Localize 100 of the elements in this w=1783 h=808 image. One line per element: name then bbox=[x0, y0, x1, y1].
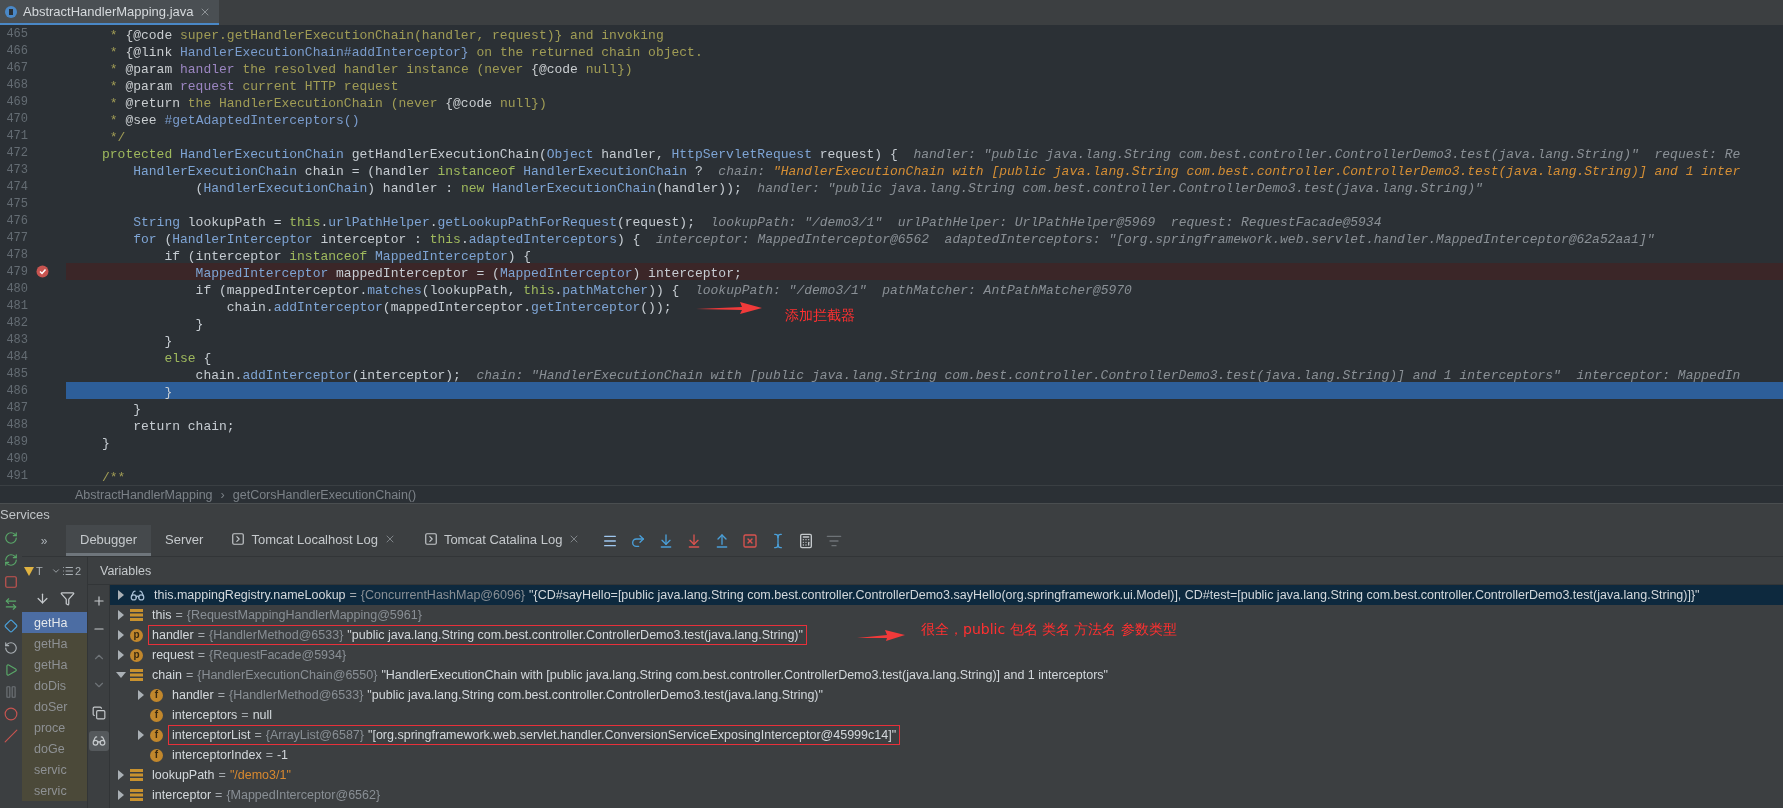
more-tabs-button[interactable]: » bbox=[22, 525, 66, 556]
variable-name: request bbox=[152, 648, 194, 662]
debugger-tab[interactable]: Tomcat Catalina Log bbox=[409, 525, 595, 556]
thread-label[interactable]: T bbox=[36, 565, 43, 577]
field-badge: p bbox=[130, 628, 143, 642]
variable-value: "HandlerExecutionChain with [public java.lang.String com.best.controller.ControllerDemo3.test(java.lang.String)] and 1 interceptors" bbox=[381, 668, 1108, 682]
expand-arrow[interactable] bbox=[116, 770, 126, 780]
equals-sign: = bbox=[197, 648, 205, 662]
object-icon bbox=[130, 669, 143, 681]
variable-type: {MappedInterceptor@6562} bbox=[226, 788, 381, 802]
annotation-text: 添加拦截器 bbox=[785, 307, 855, 325]
field-badge: f bbox=[150, 728, 163, 742]
down-arrow-icon[interactable] bbox=[34, 591, 50, 606]
code-line: */ bbox=[108, 129, 126, 146]
thread-icon bbox=[24, 566, 34, 576]
reload-icon[interactable] bbox=[4, 641, 18, 655]
expand-arrow[interactable] bbox=[136, 690, 146, 700]
line-number: 472 bbox=[5, 145, 28, 160]
line-number: 487 bbox=[5, 400, 28, 415]
field-badge: p bbox=[130, 648, 143, 662]
variable-name: this.mappingRegistry.nameLookup bbox=[154, 588, 346, 602]
variable-type: {HandlerMethod@6533} bbox=[209, 628, 344, 642]
panel-title: Services bbox=[0, 507, 50, 522]
stack-frame[interactable]: doGe bbox=[22, 738, 87, 759]
code-line: * {@code super.getHandlerExecutionChain(handler, request)} and invoking bbox=[108, 27, 664, 44]
line-number: 491 bbox=[5, 468, 28, 483]
dropdown-icon[interactable] bbox=[50, 566, 61, 576]
variable-value: "/demo3/1" bbox=[229, 768, 291, 782]
object-icon bbox=[130, 609, 143, 621]
stack-frame[interactable]: servic bbox=[22, 759, 87, 780]
breadcrumb-item[interactable]: AbstractHandlerMapping bbox=[75, 487, 213, 502]
variable-name: handler bbox=[172, 688, 214, 702]
variable-value: "public java.lang.String com.best.controller.ControllerDemo3.test(java.lang.String)" bbox=[367, 688, 823, 702]
line-number: 470 bbox=[5, 111, 28, 126]
equals-sign: = bbox=[215, 788, 223, 802]
line-number: 473 bbox=[5, 162, 28, 177]
copy-icon[interactable] bbox=[91, 706, 106, 720]
line-number: 483 bbox=[5, 332, 28, 347]
expand-arrow[interactable] bbox=[136, 730, 146, 740]
stack-frame[interactable]: doSer bbox=[22, 696, 87, 717]
play-icon[interactable] bbox=[4, 663, 18, 677]
selected-row-background[interactable] bbox=[110, 585, 1783, 605]
object-icon bbox=[130, 789, 143, 801]
breakpoints-icon[interactable] bbox=[4, 707, 18, 721]
code-line: * {@link HandlerExecutionChain#addInterceptor} on the returned chain object. bbox=[108, 44, 703, 61]
frame-count: 2 bbox=[74, 565, 81, 577]
expand-arrow[interactable] bbox=[116, 630, 126, 640]
debugger-tab[interactable]: Server bbox=[151, 525, 218, 556]
variable-type: {RequestFacade@5934} bbox=[209, 648, 347, 662]
code-line: /** bbox=[102, 469, 126, 485]
equals-sign: = bbox=[241, 708, 249, 722]
step-over-icon[interactable] bbox=[630, 532, 647, 549]
refresh-icon[interactable] bbox=[4, 553, 18, 567]
variable-type: {RequestMappingHandlerMapping@5961} bbox=[186, 608, 422, 622]
tab-label: Tomcat Catalina Log bbox=[443, 531, 563, 547]
evaluate-icon[interactable] bbox=[798, 532, 815, 549]
code-line: } bbox=[163, 384, 173, 401]
code-line: if (interceptor instanceof MappedInterceptor) { bbox=[163, 248, 532, 265]
stack-frame[interactable]: servic bbox=[22, 780, 87, 801]
line-number: 465 bbox=[5, 26, 28, 41]
list-icon[interactable] bbox=[61, 565, 74, 577]
equals-sign: = bbox=[175, 608, 183, 622]
breadcrumb-item[interactable]: getCorsHandlerExecutionChain() bbox=[232, 487, 417, 502]
line-number: 469 bbox=[5, 94, 28, 109]
equals-sign: = bbox=[218, 768, 226, 782]
drop-frame-icon[interactable] bbox=[742, 532, 759, 549]
filter-icon[interactable] bbox=[59, 591, 75, 606]
expand-arrow[interactable] bbox=[116, 650, 126, 660]
line-number: 468 bbox=[5, 77, 28, 92]
expand-arrow[interactable] bbox=[116, 790, 126, 800]
debugger-tab[interactable]: Tomcat Localhost Log bbox=[217, 525, 410, 556]
expand-arrow[interactable] bbox=[116, 590, 126, 600]
code-line: String lookupPath = this.urlPathHelper.getLookupPathForRequest(request); lookupPath: "/demo3/1" urlPathHelper: UrlPathHelper@5969 request: RequestFacade@5934 bbox=[132, 214, 1382, 231]
expand-arrow[interactable] bbox=[116, 610, 126, 620]
stack-frame[interactable]: getHa bbox=[22, 633, 87, 654]
variable-name: this bbox=[152, 608, 172, 622]
code-line: * @return the HandlerExecutionChain (never {@code null}) bbox=[108, 95, 547, 112]
debugger-tab[interactable]: Debugger bbox=[66, 525, 152, 556]
pause-icon[interactable] bbox=[4, 685, 18, 699]
add-icon[interactable] bbox=[91, 594, 106, 608]
rerun-icon[interactable] bbox=[4, 531, 18, 545]
stack-frame[interactable]: proce bbox=[22, 717, 87, 738]
line-number: 489 bbox=[5, 434, 28, 449]
line-number: 482 bbox=[5, 315, 28, 330]
stack-frame[interactable]: getHa bbox=[22, 654, 87, 675]
code-line: * @param handler the resolved handler instance (never {@code null}) bbox=[108, 61, 633, 78]
editor-tab[interactable]: AbstractHandlerMapping.java bbox=[0, 0, 219, 25]
code-line: * @see #getAdaptedInterceptors() bbox=[108, 112, 360, 129]
stop-icon[interactable] bbox=[4, 575, 18, 589]
equals-sign: = bbox=[185, 668, 194, 682]
stack-frame[interactable]: getHa bbox=[22, 612, 87, 633]
stack-frame[interactable]: doDis bbox=[22, 675, 87, 696]
diamond-icon[interactable] bbox=[4, 619, 18, 633]
collapse-arrow[interactable] bbox=[116, 670, 126, 680]
line-number: 466 bbox=[5, 43, 28, 58]
mute-breakpoints-icon[interactable] bbox=[4, 729, 18, 743]
breakpoint-icon[interactable] bbox=[36, 265, 49, 278]
field-badge: f bbox=[150, 708, 163, 722]
watches-icon[interactable] bbox=[91, 734, 106, 748]
class-file-icon bbox=[4, 4, 18, 19]
